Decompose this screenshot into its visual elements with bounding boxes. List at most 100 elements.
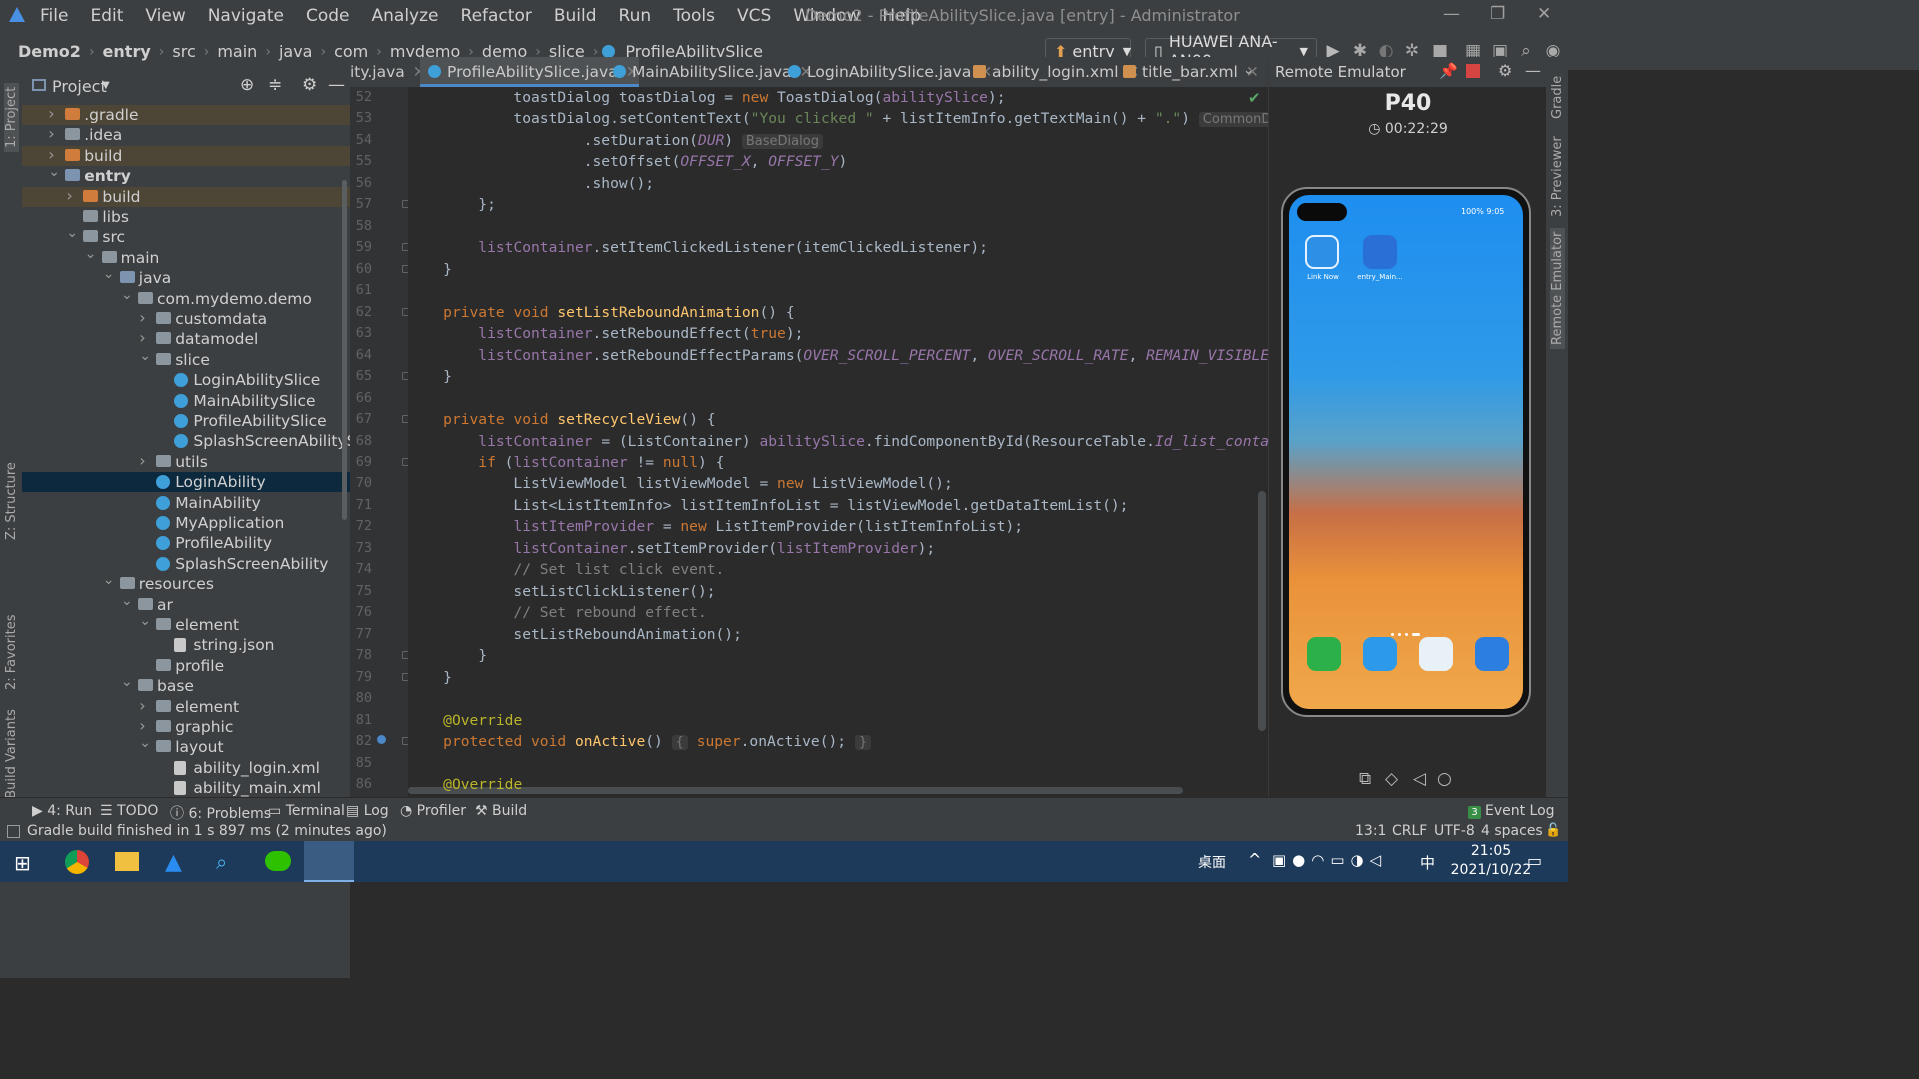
terminal-tool-button[interactable]: ▭ Terminal	[268, 803, 345, 819]
tree-item[interactable]: ⌄ slice	[22, 348, 350, 370]
pin-icon[interactable]: 📌	[1439, 62, 1458, 80]
editor-horizontal-scrollbar[interactable]	[408, 787, 1183, 794]
tree-item[interactable]: MainAbilitySlice	[22, 391, 350, 411]
log-tool-button[interactable]: ▤ Log	[346, 803, 389, 819]
hide-panel-icon[interactable]: —	[328, 75, 345, 95]
tab-loginabilityslice-java[interactable]: LoginAbilitySlice.java✕	[780, 57, 992, 87]
close-window-icon[interactable]: ✕	[1537, 4, 1551, 24]
tree-item[interactable]: SplashScreenAbility	[22, 554, 350, 574]
build-tool-button[interactable]: ⚒ Build	[475, 803, 527, 819]
tree-item[interactable]: ⌄ base	[22, 674, 350, 696]
menu-item-view[interactable]: View	[145, 6, 185, 26]
hide-panel-icon[interactable]: —	[1525, 61, 1541, 80]
menu-item-file[interactable]: File	[40, 6, 68, 26]
tree-item[interactable]: ⌄ src	[22, 225, 350, 247]
run-tool-button[interactable]: ▶ 4: Run	[32, 803, 92, 819]
tree-item[interactable]: ability_login.xml	[22, 758, 350, 778]
back-icon[interactable]: ◁	[1413, 769, 1426, 789]
todo-tool-button[interactable]: ☰ TODO	[100, 803, 158, 819]
tree-item[interactable]: ⌄ com.mydemo.demo	[22, 287, 350, 309]
gear-icon[interactable]: ⚙	[1498, 61, 1512, 80]
project-view-selector[interactable]: Project	[52, 77, 107, 96]
menu-item-run[interactable]: Run	[619, 6, 652, 26]
tree-item[interactable]: › customdata	[22, 308, 350, 329]
file-explorer-icon[interactable]	[115, 852, 139, 871]
chevron-right-icon[interactable]: ›	[48, 124, 54, 144]
chevron-right-icon[interactable]: ›	[139, 696, 145, 716]
chevron-down-icon[interactable]: ⌄	[121, 672, 133, 692]
menu-item-tools[interactable]: Tools	[673, 6, 715, 26]
chevron-down-icon[interactable]: ⌄	[103, 264, 115, 284]
tree-item[interactable]: MyApplication	[22, 513, 350, 533]
chevron-down-icon[interactable]: ⌄	[85, 244, 97, 264]
line-separator[interactable]: CRLF	[1392, 823, 1427, 839]
gear-icon[interactable]: ⚙	[302, 75, 317, 95]
breadcrumb-item[interactable]: src	[172, 42, 195, 61]
minimize-icon[interactable]: —	[1443, 4, 1460, 24]
tree-item[interactable]: › .gradle	[22, 104, 350, 125]
tree-item[interactable]: › element	[22, 696, 350, 717]
menu-item-refactor[interactable]: Refactor	[461, 6, 532, 26]
menu-item-navigate[interactable]: Navigate	[208, 6, 284, 26]
tab-ity-java[interactable]: ity.java✕	[350, 57, 426, 87]
phone-screen[interactable]: 100% 9:05 Link Now entry_Main...	[1289, 195, 1523, 709]
tree-item[interactable]: profile	[22, 656, 350, 676]
tree-item[interactable]: SplashScreenAbilitySlice	[22, 431, 350, 451]
restore-icon[interactable]: ❐	[1490, 4, 1505, 24]
tree-scrollbar[interactable]	[342, 180, 347, 520]
ime-indicator[interactable]: 中	[1420, 852, 1435, 873]
tree-item[interactable]: ProfileAbility	[22, 533, 350, 553]
remote-emulator-tool-button[interactable]: Remote Emulator	[1550, 227, 1565, 349]
screenshot-icon[interactable]: ⧉	[1359, 769, 1371, 789]
menu-item-analyze[interactable]: Analyze	[372, 6, 439, 26]
gradle-tool-button[interactable]: Gradle	[1550, 76, 1565, 119]
status-toggle-icon[interactable]	[7, 825, 20, 838]
chevron-down-icon[interactable]: ⌄	[103, 570, 115, 590]
file-encoding[interactable]: UTF-8	[1434, 823, 1475, 839]
deveco-icon[interactable]: ▲	[165, 850, 182, 875]
tree-item[interactable]: › build	[22, 186, 350, 207]
collapse-all-icon[interactable]: ≑	[268, 75, 282, 95]
dock-phone-icon[interactable]	[1307, 637, 1341, 671]
dock-camera-icon[interactable]	[1475, 637, 1509, 671]
tree-item[interactable]: ProfileAbilitySlice	[22, 411, 350, 431]
rotate-icon[interactable]: ◇	[1385, 769, 1398, 789]
tree-item[interactable]: › graphic	[22, 716, 350, 737]
tree-item[interactable]: ⌄ entry	[22, 164, 350, 186]
tree-item[interactable]: › .idea	[22, 124, 350, 145]
windows-start-icon[interactable]: ⊞	[14, 851, 31, 875]
chevron-down-icon[interactable]: ⌄	[1243, 63, 1254, 78]
notification-icon[interactable]: ▭	[1527, 851, 1542, 870]
tree-item[interactable]: LoginAbilitySlice	[22, 370, 350, 390]
chevron-down-icon[interactable]: ⌄	[139, 346, 151, 366]
search-app-icon[interactable]: ⌕	[216, 850, 227, 874]
tree-item[interactable]: › datamodel	[22, 328, 350, 349]
problems-tool-button[interactable]: ⓘ 6: Problems	[170, 803, 271, 823]
wechat-icon[interactable]	[265, 851, 291, 871]
dock-messages-icon[interactable]	[1363, 637, 1397, 671]
override-marker-icon[interactable]	[377, 735, 386, 745]
tree-item[interactable]: ability_main.xml	[22, 778, 350, 798]
clock-time[interactable]: 21:05	[1460, 843, 1522, 859]
menu-item-build[interactable]: Build	[554, 6, 597, 26]
code-editor[interactable]: ✔ toastDialog toastDialog = new ToastDia…	[408, 87, 1268, 797]
breadcrumb-item[interactable]: java	[279, 42, 313, 61]
menu-item-vcs[interactable]: VCS	[737, 6, 771, 26]
active-app-icon[interactable]	[304, 841, 354, 882]
breadcrumb-item[interactable]: main	[217, 42, 257, 61]
menu-item-edit[interactable]: Edit	[90, 6, 123, 26]
home-icon[interactable]: ○	[1437, 769, 1452, 789]
app-entry-main[interactable]: entry_Main...	[1355, 235, 1405, 281]
locate-icon[interactable]: ⊕	[240, 75, 254, 95]
tree-item[interactable]: ⌄ resources	[22, 572, 350, 594]
stop-emulator-icon[interactable]	[1466, 64, 1480, 78]
chevron-down-icon[interactable]: ⌄	[139, 611, 151, 631]
favorites-tool-button[interactable]: 2: Favorites	[4, 614, 19, 690]
lock-icon[interactable]: 🔓	[1545, 823, 1561, 838]
tree-item[interactable]: LoginAbility	[22, 472, 350, 493]
chevron-down-icon[interactable]: ⌄	[48, 162, 60, 182]
breadcrumb-item[interactable]: Demo2	[18, 42, 81, 61]
chevron-right-icon[interactable]: ›	[139, 451, 145, 471]
tree-item[interactable]: ⌄ element	[22, 613, 350, 635]
chevron-down-icon[interactable]: ⌄	[121, 591, 133, 611]
